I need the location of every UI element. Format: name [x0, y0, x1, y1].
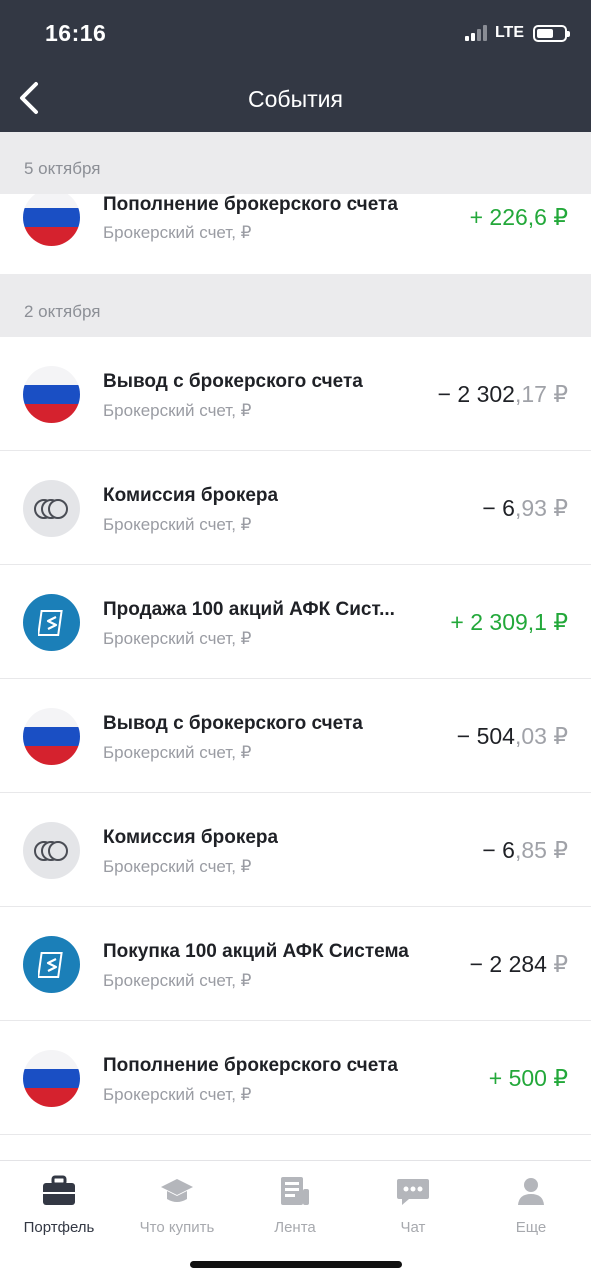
event-subtitle: Брокерский счет, ₽: [103, 515, 252, 534]
event-subtitle: Брокерский счет, ₽: [103, 971, 252, 990]
signal-icon: [464, 25, 487, 41]
event-title: Пополнение брокерского счета: [103, 1055, 398, 1076]
event-subtitle: Брокерский счет, ₽: [103, 629, 252, 648]
event-title: Комиссия брокера: [103, 485, 279, 506]
event-amount: − 2 302,17 ₽: [438, 381, 568, 408]
profile-icon: [518, 1178, 544, 1205]
event-amount: + 500 ₽: [489, 1065, 568, 1092]
amount-currency: ₽: [546, 837, 568, 863]
event-title: Вывод с брокерского счета: [103, 371, 363, 392]
event-row[interactable]: Покупка 100 акций АФК Система Брокерский…: [0, 907, 591, 1021]
amount-fraction: ,03: [514, 723, 547, 749]
section-date-header: 2 октября: [0, 274, 591, 337]
network-type: LTE: [494, 24, 524, 41]
amount-currency: ₽: [546, 381, 568, 407]
event-title: Вывод с брокерского счета: [103, 713, 363, 734]
event-amount: − 6,85 ₽: [482, 837, 568, 864]
event-row[interactable]: Пополнение брокерского счета Брокерский …: [0, 194, 591, 274]
event-amount: + 2 309,1 ₽: [450, 609, 568, 636]
amount-currency: ₽: [546, 204, 568, 230]
status-indicators: LTE: [464, 24, 570, 42]
event-title: Покупка 100 акций АФК Система: [103, 941, 409, 962]
event-subtitle: Брокерский счет, ₽: [103, 401, 252, 420]
event-subtitle: Брокерский счет, ₽: [103, 857, 252, 876]
row-divider: [0, 1134, 591, 1135]
newspaper-icon: [281, 1177, 309, 1205]
tab-more[interactable]: Еще: [472, 1171, 590, 1236]
amount-value: − 2 284: [469, 951, 547, 977]
tab-portfolio[interactable]: Портфель: [0, 1171, 118, 1236]
tab-label: Что купить: [139, 1219, 215, 1236]
event-subtitle: Брокерский счет, ₽: [103, 743, 252, 762]
amount-fraction: ,93: [514, 495, 547, 521]
russia-flag-icon: [23, 366, 80, 423]
amount-currency: ₽: [546, 723, 568, 749]
tab-label: Еще: [515, 1219, 547, 1236]
amount-currency: ₽: [546, 1065, 568, 1091]
event-title: Продажа 100 акций АФК Сист...: [103, 599, 395, 620]
briefcase-icon: [43, 1175, 75, 1205]
amount-currency: ₽: [546, 951, 568, 977]
tab-what-to-buy[interactable]: Что купить: [118, 1171, 236, 1236]
tab-label: Лента: [274, 1219, 316, 1236]
coins-icon: [23, 480, 80, 537]
amount-fraction: ,17: [514, 381, 547, 407]
amount-value: − 6: [482, 495, 515, 521]
russia-flag-icon: [23, 194, 80, 246]
chat-bubble-icon: [397, 1179, 429, 1205]
event-row[interactable]: Комиссия брокера Брокерский счет, ₽ − 6,…: [0, 793, 591, 907]
event-row[interactable]: Продажа 100 акций АФК Сист... Брокерский…: [0, 565, 591, 679]
amount-value: + 500: [488, 1065, 547, 1091]
event-amount: − 2 284 ₽: [470, 951, 568, 978]
home-indicator: [190, 1261, 402, 1268]
tab-label: Чат: [400, 1219, 426, 1236]
event-amount: + 226,6 ₽: [470, 204, 568, 231]
event-subtitle: Брокерский счет, ₽: [103, 223, 252, 242]
coins-icon: [23, 822, 80, 879]
event-amount: − 6,93 ₽: [482, 495, 568, 522]
event-title: Комиссия брокера: [103, 827, 279, 848]
tab-feed[interactable]: Лента: [236, 1171, 354, 1236]
amount-value: − 504: [456, 723, 515, 749]
event-row[interactable]: Комиссия брокера Брокерский счет, ₽ − 6,…: [0, 451, 591, 565]
tab-chat[interactable]: Чат: [354, 1171, 472, 1236]
page-title: События: [248, 86, 343, 112]
event-amount: − 504,03 ₽: [457, 723, 568, 750]
afk-sistema-logo-icon: [23, 594, 80, 651]
afk-sistema-logo-icon: [23, 936, 80, 993]
event-subtitle: Брокерский счет, ₽: [103, 1085, 252, 1104]
battery-icon: [533, 24, 570, 42]
amount-value: − 2 302: [437, 381, 515, 407]
amount-value: + 2 309,1: [450, 609, 547, 635]
section-date-header: 5 октября: [0, 132, 591, 194]
tab-label: Портфель: [23, 1219, 95, 1236]
event-row[interactable]: Вывод с брокерского счета Брокерский сче…: [0, 337, 591, 451]
app-header: 16:16 LTE События: [0, 0, 591, 132]
amount-currency: ₽: [546, 495, 568, 521]
amount-fraction: ,85: [514, 837, 547, 863]
graduation-cap-icon: [161, 1179, 193, 1202]
status-time: 16:16: [45, 20, 107, 46]
amount-currency: ₽: [546, 609, 568, 635]
amount-value: + 226,6: [469, 204, 547, 230]
event-row[interactable]: Пополнение брокерского счета Брокерский …: [0, 1021, 591, 1135]
event-row[interactable]: Вывод с брокерского счета Брокерский сче…: [0, 679, 591, 793]
event-title: Пополнение брокерского счета: [103, 194, 398, 215]
amount-value: − 6: [482, 837, 515, 863]
russia-flag-icon: [23, 1050, 80, 1107]
russia-flag-icon: [23, 708, 80, 765]
